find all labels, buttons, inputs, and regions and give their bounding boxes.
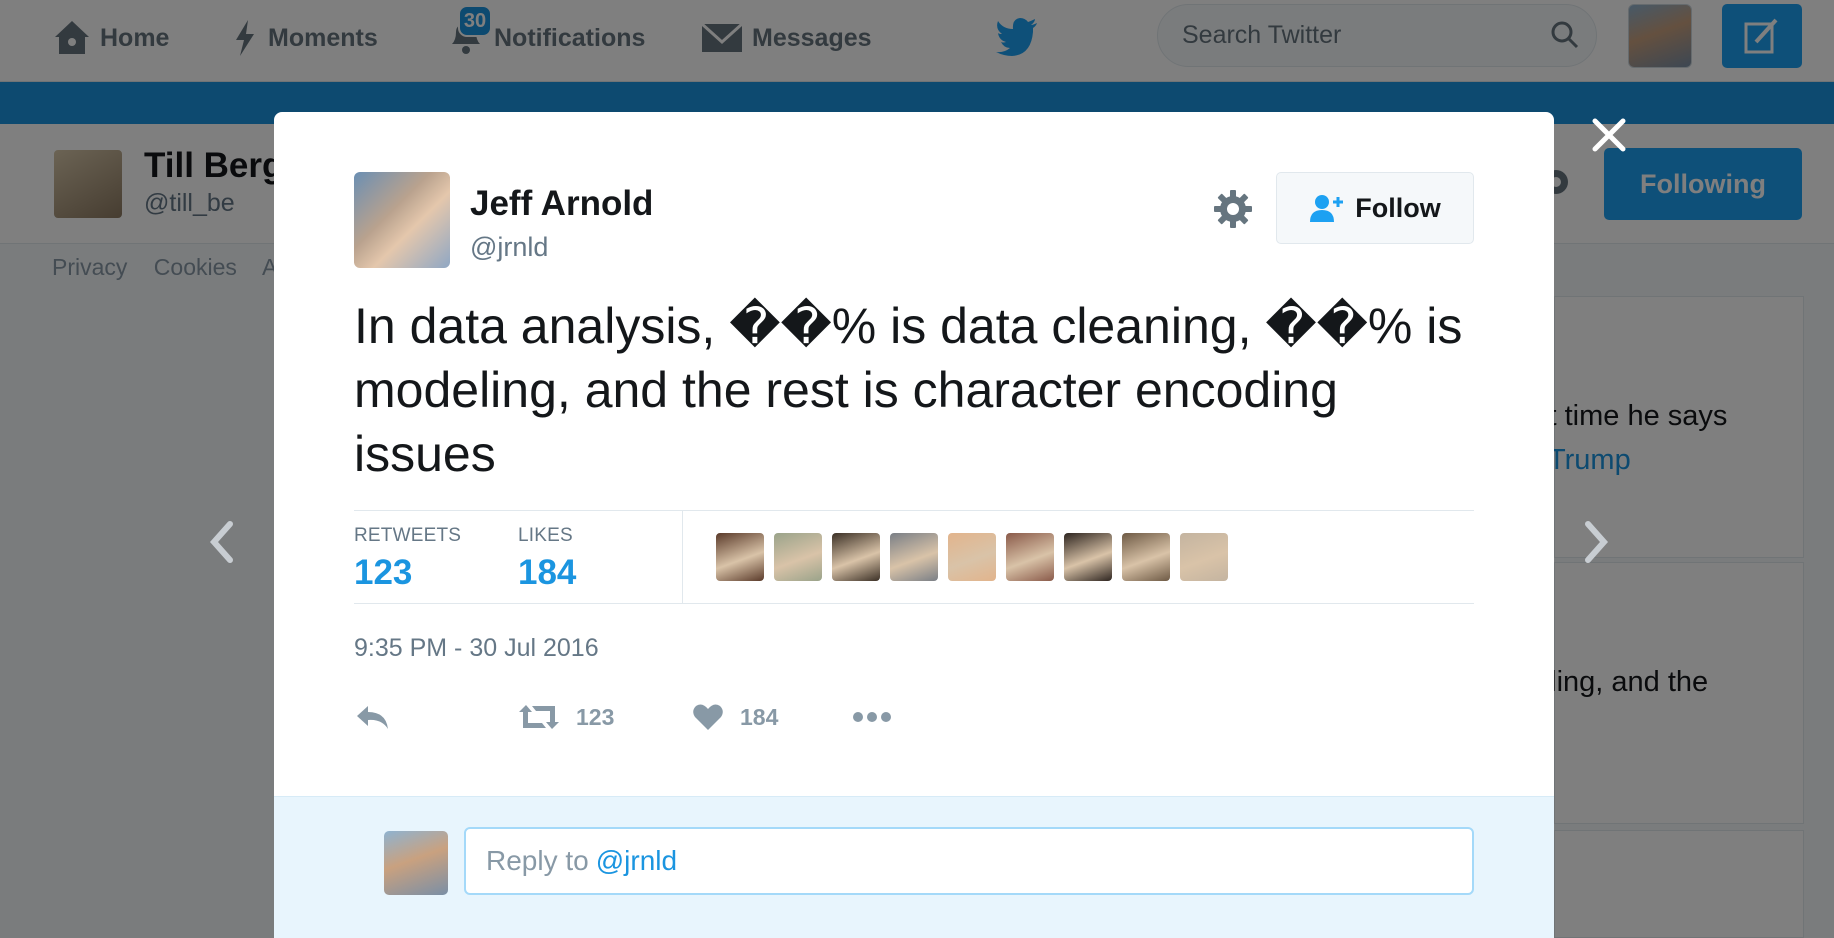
chevron-left-icon[interactable] bbox=[208, 520, 236, 564]
retweet-button[interactable]: 123 bbox=[518, 692, 614, 742]
retweets-stat[interactable]: RETWEETS 123 bbox=[354, 525, 461, 593]
tweet-modal: Jeff Arnold @jrnld Follow In data analys… bbox=[274, 112, 1554, 938]
like-button[interactable]: 184 bbox=[692, 692, 778, 742]
likes-count: 184 bbox=[518, 553, 577, 592]
reply-composer: Reply to @jrnld bbox=[274, 796, 1554, 938]
retweets-label: RETWEETS bbox=[354, 525, 462, 546]
liker-avatar[interactable] bbox=[1006, 533, 1054, 581]
author-name[interactable]: Jeff Arnold bbox=[470, 184, 653, 224]
likes-stat[interactable]: LIKES 184 bbox=[518, 525, 576, 593]
liker-avatar[interactable] bbox=[774, 533, 822, 581]
like-count: 184 bbox=[740, 703, 779, 730]
author-avatar[interactable] bbox=[354, 172, 450, 268]
follow-button[interactable]: Follow bbox=[1276, 172, 1474, 244]
tweet-timestamp[interactable]: 9:35 PM - 30 Jul 2016 bbox=[354, 634, 599, 663]
gear-icon[interactable] bbox=[1212, 188, 1254, 230]
tweet-text: In data analysis, ��% is data cleaning, … bbox=[354, 298, 1463, 482]
liker-avatar[interactable] bbox=[890, 533, 938, 581]
follow-button-label: Follow bbox=[1355, 192, 1441, 223]
liker-avatar[interactable] bbox=[1180, 533, 1228, 581]
reply-input[interactable]: Reply to @jrnld bbox=[464, 827, 1474, 895]
author-handle[interactable]: @jrnld bbox=[470, 232, 548, 263]
reply-user-avatar bbox=[384, 831, 448, 895]
liker-avatar[interactable] bbox=[1122, 533, 1170, 581]
liker-avatars bbox=[716, 533, 1238, 581]
likes-label: LIKES bbox=[518, 525, 573, 546]
stats-divider bbox=[682, 511, 683, 604]
heart-icon bbox=[693, 704, 723, 730]
retweet-count: 123 bbox=[576, 703, 615, 730]
liker-avatar[interactable] bbox=[832, 533, 880, 581]
close-icon[interactable] bbox=[1590, 116, 1628, 154]
add-user-icon bbox=[1310, 195, 1344, 222]
liker-avatar[interactable] bbox=[948, 533, 996, 581]
liker-avatar[interactable] bbox=[716, 533, 764, 581]
retweet-icon bbox=[519, 705, 559, 729]
liker-avatar[interactable] bbox=[1064, 533, 1112, 581]
more-icon bbox=[853, 712, 891, 722]
reply-button[interactable] bbox=[354, 692, 408, 742]
retweets-count: 123 bbox=[354, 553, 413, 592]
reply-mention: @jrnld bbox=[595, 845, 678, 876]
chevron-right-icon[interactable] bbox=[1582, 520, 1610, 564]
tweet-stats: RETWEETS 123 LIKES 184 bbox=[354, 510, 1474, 604]
reply-icon bbox=[357, 706, 388, 729]
reply-prefix: Reply to bbox=[486, 845, 589, 876]
more-options-button[interactable] bbox=[852, 692, 908, 742]
